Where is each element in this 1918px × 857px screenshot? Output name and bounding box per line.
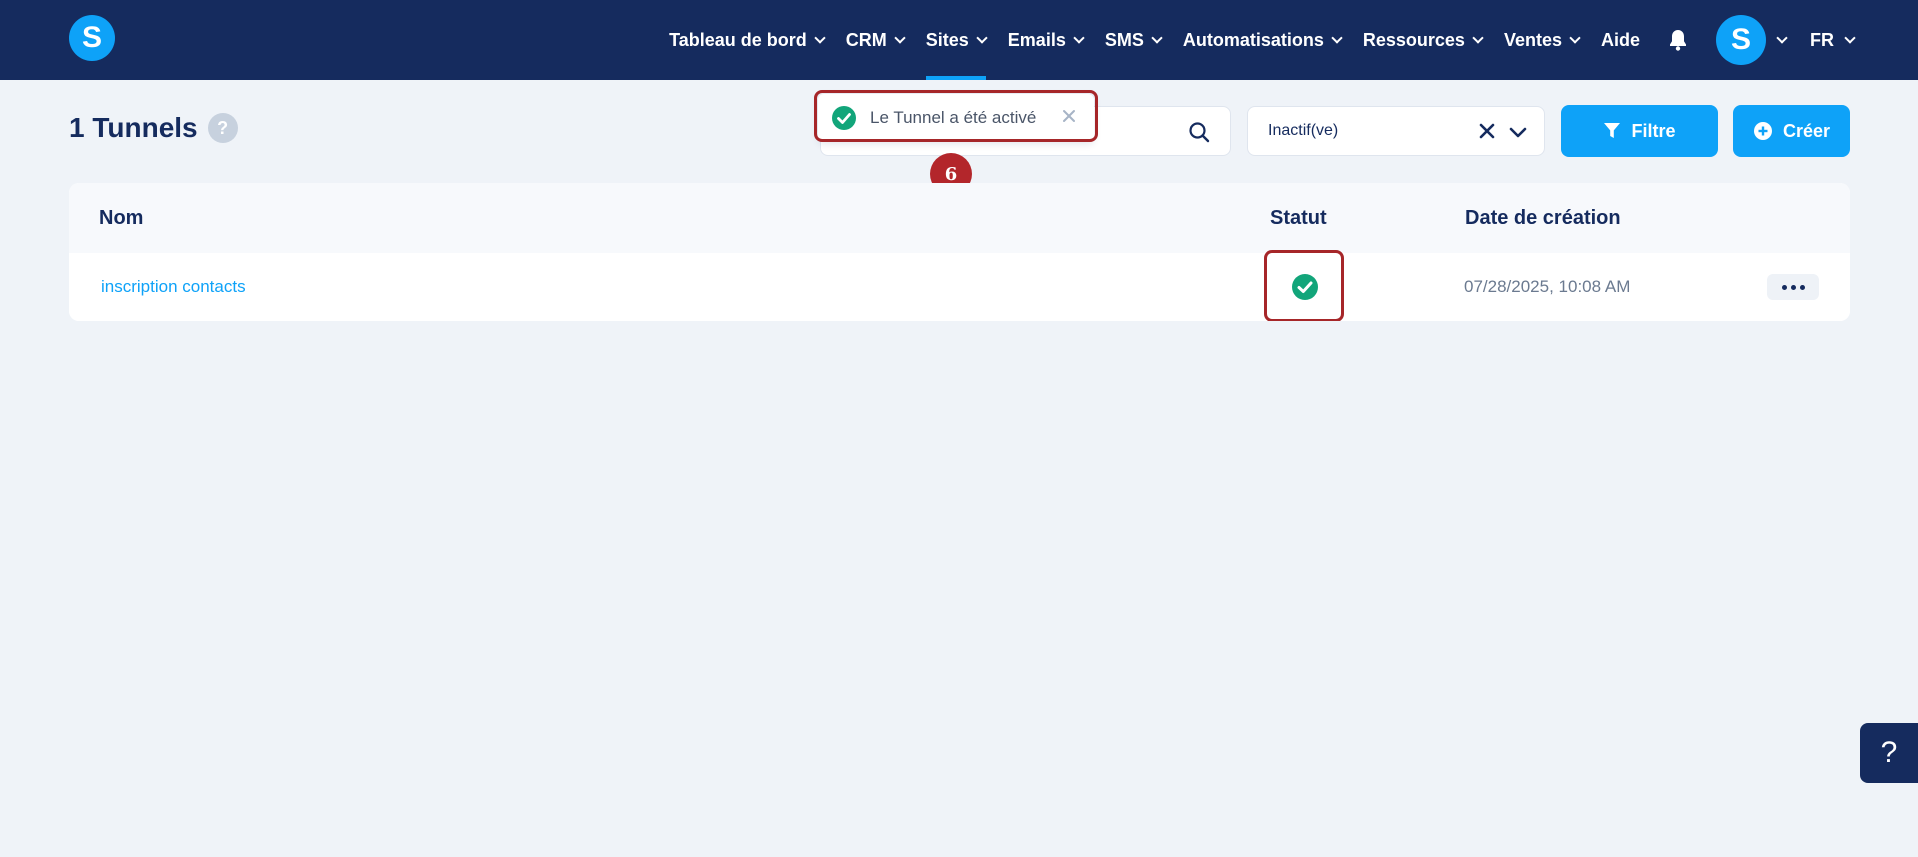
success-toast: Le Tunnel a été activé xyxy=(818,94,1094,142)
main-nav: Tableau de bord CRM Sites Emails SMS Aut… xyxy=(669,0,1856,80)
chevron-down-icon xyxy=(976,31,988,44)
check-circle-icon xyxy=(832,106,856,130)
creation-date: 07/28/2025, 10:08 AM xyxy=(1464,277,1631,296)
more-actions-button[interactable] xyxy=(1767,274,1819,300)
plus-circle-icon xyxy=(1753,122,1772,140)
chevron-down-icon[interactable] xyxy=(1776,31,1788,44)
help-icon[interactable]: ? xyxy=(207,113,238,143)
column-header-nom[interactable]: Nom xyxy=(99,207,143,230)
chevron-down-icon xyxy=(1844,31,1856,44)
app-logo[interactable]: S xyxy=(69,15,115,61)
status-filter-value: Inactif(ve) xyxy=(1268,122,1339,139)
create-button-label: Créer xyxy=(1782,120,1831,141)
chevron-down-icon xyxy=(1472,31,1484,44)
status-filter-select[interactable]: Inactif(ve) xyxy=(1247,106,1545,156)
nav-item-label: Sites xyxy=(925,29,969,50)
nav-item-aide[interactable]: Aide xyxy=(1601,0,1640,80)
check-circle-icon[interactable] xyxy=(1291,273,1319,301)
clear-icon[interactable] xyxy=(1476,120,1498,142)
nav-item-emails[interactable]: Emails xyxy=(1007,0,1085,80)
floating-help-button[interactable]: ? xyxy=(1860,723,1918,783)
nav-item-label: SMS xyxy=(1104,29,1144,50)
language-selector[interactable]: FR xyxy=(1810,29,1856,51)
column-header-statut[interactable]: Statut xyxy=(1270,207,1327,230)
nav-item-label: Automatisations xyxy=(1182,29,1324,50)
nav-item-label: Ressources xyxy=(1362,29,1465,50)
chevron-down-icon xyxy=(1151,31,1163,44)
nav-item-ventes[interactable]: Ventes xyxy=(1503,0,1581,80)
create-button[interactable]: Créer xyxy=(1733,105,1850,157)
close-icon[interactable] xyxy=(1060,107,1078,125)
nav-item-automatisations[interactable]: Automatisations xyxy=(1182,0,1343,80)
top-navbar: S Tableau de bord CRM Sites Emails SMS A… xyxy=(0,0,1918,80)
language-label: FR xyxy=(1810,29,1834,50)
filter-button[interactable]: Filtre xyxy=(1561,105,1718,157)
nav-item-label: CRM xyxy=(845,29,887,50)
nav-item-label: Aide xyxy=(1600,29,1640,50)
chevron-down-icon xyxy=(1569,31,1581,44)
chevron-down-icon xyxy=(1073,31,1085,44)
funnel-icon xyxy=(1604,123,1621,138)
dot-icon xyxy=(1790,284,1796,290)
nav-item-label: Emails xyxy=(1007,29,1066,50)
table-row: inscription contacts 07/28/2025, 10:08 A… xyxy=(69,250,1850,321)
dot-icon xyxy=(1781,284,1787,290)
bell-icon[interactable] xyxy=(1668,30,1688,51)
nav-item-label: Ventes xyxy=(1503,29,1562,50)
tunnel-name-link[interactable]: inscription contacts xyxy=(101,277,246,297)
chevron-down-icon xyxy=(894,31,906,44)
page-title: 1 Tunnels xyxy=(69,112,198,143)
nav-item-ressources[interactable]: Ressources xyxy=(1362,0,1484,80)
nav-item-sites[interactable]: Sites xyxy=(925,0,988,80)
toast-message: Le Tunnel a été activé xyxy=(870,108,1037,127)
nav-item-tableau-de-bord[interactable]: Tableau de bord xyxy=(669,0,826,80)
chevron-down-icon[interactable] xyxy=(1506,120,1530,144)
search-icon[interactable] xyxy=(1188,121,1210,143)
chevron-down-icon xyxy=(814,31,826,44)
column-header-date[interactable]: Date de création xyxy=(1465,207,1621,230)
table-header: Nom Statut Date de création xyxy=(69,183,1850,253)
tunnels-table: Nom Statut Date de création inscription … xyxy=(69,183,1850,321)
nav-item-label: Tableau de bord xyxy=(669,29,807,50)
dot-icon xyxy=(1799,284,1805,290)
avatar[interactable]: S xyxy=(1716,15,1766,65)
nav-item-crm[interactable]: CRM xyxy=(845,0,906,80)
chevron-down-icon xyxy=(1331,31,1343,44)
page-title-container: 1 Tunnels ? xyxy=(69,112,238,144)
filter-button-label: Filtre xyxy=(1631,120,1676,141)
nav-item-sms[interactable]: SMS xyxy=(1104,0,1163,80)
